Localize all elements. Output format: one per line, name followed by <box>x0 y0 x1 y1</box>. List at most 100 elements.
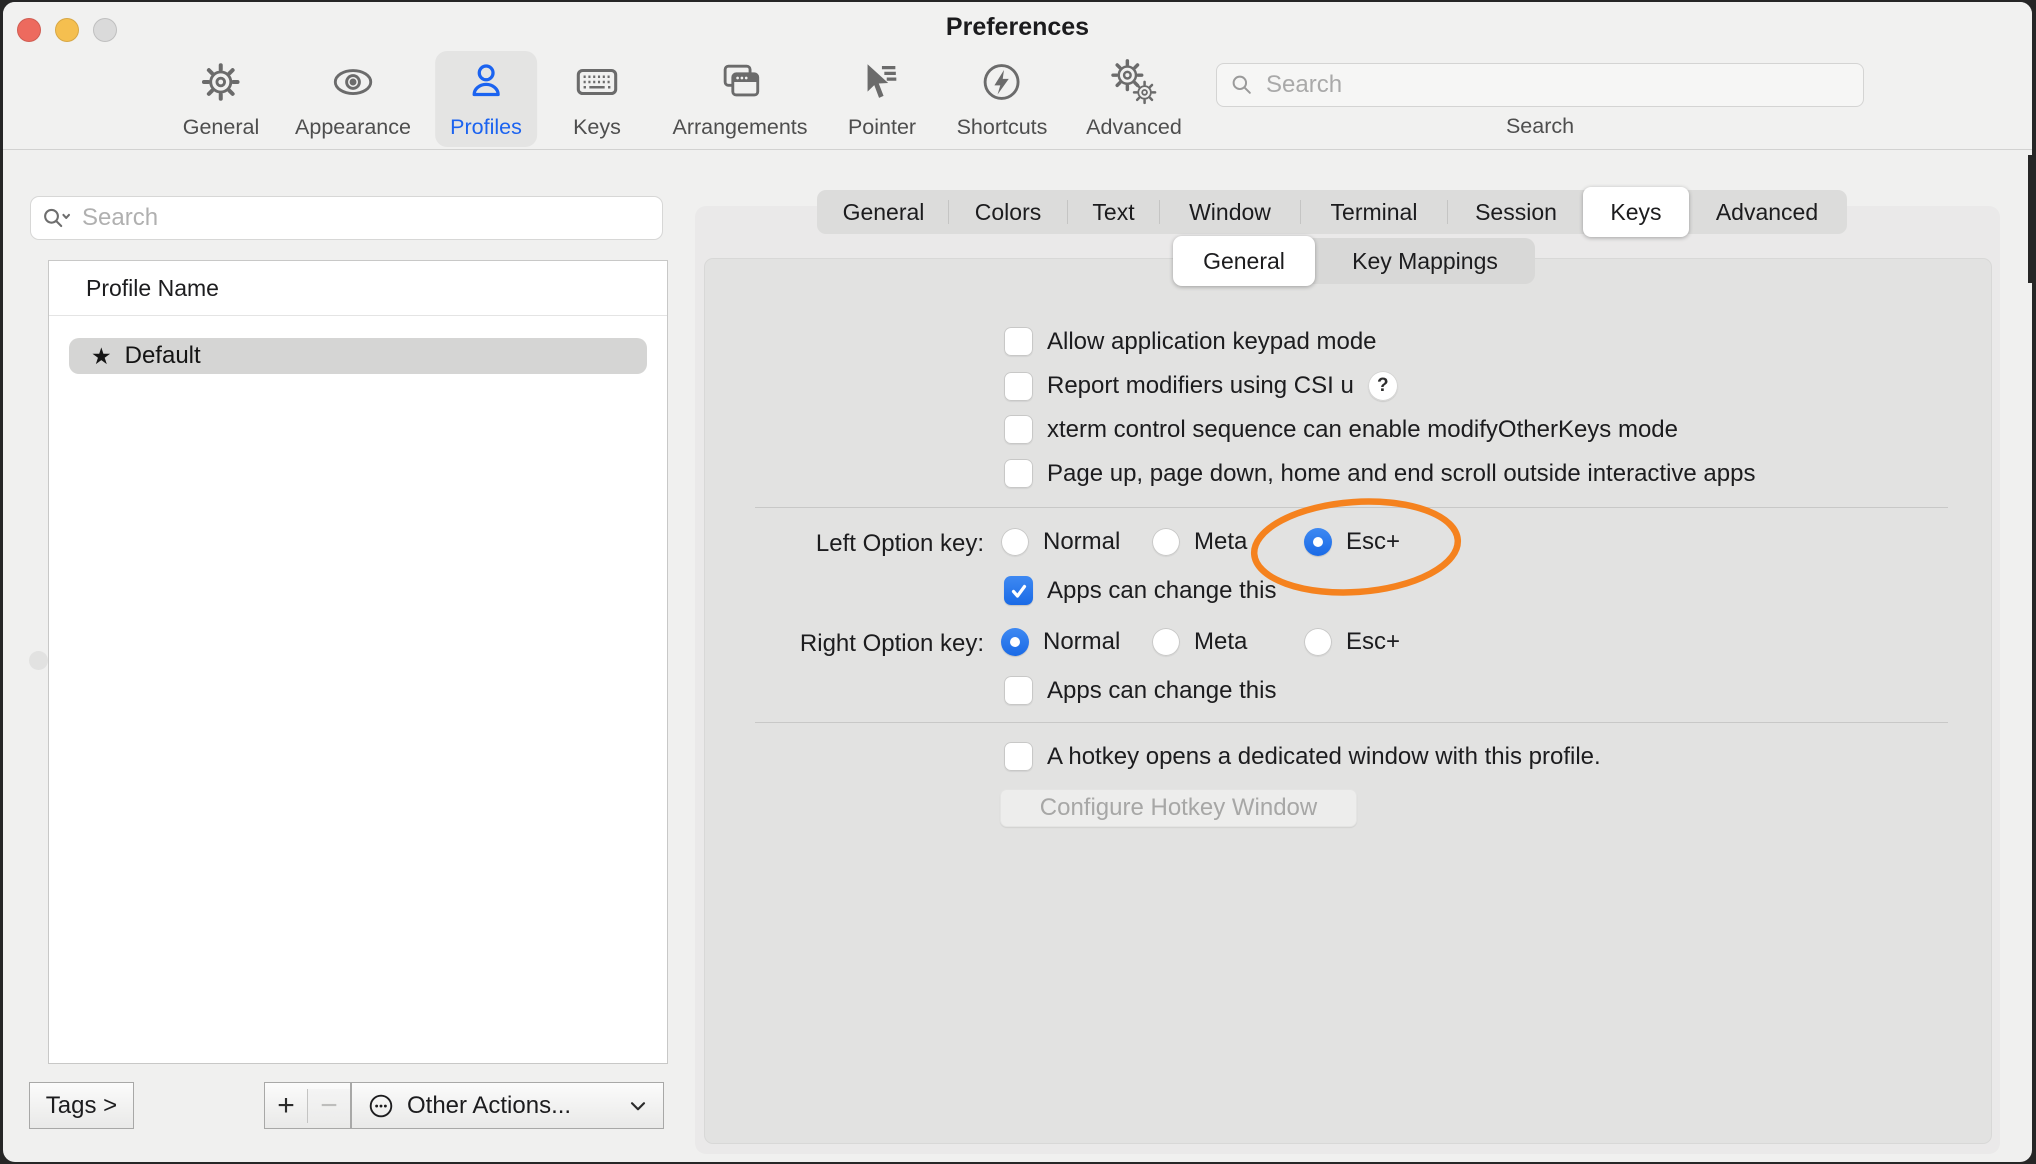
checkbox-apps-change-left[interactable] <box>1004 576 1033 605</box>
checkbox-modify-other-keys[interactable] <box>1004 415 1033 444</box>
toolbar-item-advanced[interactable]: Advanced <box>1086 54 1182 140</box>
profile-list-header: Profile Name <box>49 261 667 315</box>
background-edge <box>2028 155 2036 283</box>
right-option-key-label: Right Option key: <box>699 630 984 658</box>
radio-label: Normal <box>1043 628 1120 656</box>
toolbar-item-label: Shortcuts <box>957 115 1048 140</box>
radio-label: Esc+ <box>1346 628 1400 656</box>
toolbar-item-pointer[interactable]: Pointer <box>848 54 916 140</box>
gears-icon <box>1109 54 1159 110</box>
other-actions-dropdown[interactable]: Other Actions... <box>351 1082 664 1129</box>
radio-right-meta[interactable]: Meta <box>1152 628 1247 656</box>
checkbox-csi-u[interactable] <box>1004 372 1033 401</box>
checkbox-hotkey-window[interactable] <box>1004 742 1033 771</box>
toolbar-search-label: Search <box>1216 114 1864 139</box>
radio-left-meta[interactable]: Meta <box>1152 528 1247 556</box>
radio-label: Esc+ <box>1346 528 1400 556</box>
checkbox-label: xterm control sequence can enable modify… <box>1047 416 1678 444</box>
subtab-general[interactable]: General <box>1173 236 1315 286</box>
toolbar-item-label: Arrangements <box>672 115 807 140</box>
toolbar-item-general[interactable]: General <box>183 54 260 140</box>
toolbar-item-label: General <box>183 115 260 140</box>
tab-advanced[interactable]: Advanced <box>1689 190 1845 234</box>
checkbox-allow-keypad[interactable] <box>1004 327 1033 356</box>
tab-general[interactable]: General <box>819 190 948 234</box>
toolbar-item-profiles[interactable]: Profiles <box>435 51 537 147</box>
toolbar-item-label: Advanced <box>1086 115 1182 140</box>
option-row: xterm control sequence can enable modify… <box>1004 415 1678 444</box>
bolt-icon <box>979 54 1025 110</box>
list-header-divider <box>49 315 667 316</box>
toolbar-item-appearance[interactable]: Appearance <box>295 54 411 140</box>
add-remove-group: + − <box>264 1082 351 1129</box>
tab-colors[interactable]: Colors <box>949 190 1067 234</box>
apps-can-change-left: Apps can change this <box>1004 576 1277 605</box>
profile-search-field[interactable] <box>30 196 663 240</box>
tab-window[interactable]: Window <box>1160 190 1300 234</box>
left-option-key-label: Left Option key: <box>699 530 984 558</box>
radio-icon <box>1001 628 1029 656</box>
toolbar-item-label: Appearance <box>295 115 411 140</box>
search-scope-icon <box>41 205 72 232</box>
toolbar-item-arrangements[interactable]: Arrangements <box>672 54 807 140</box>
ellipsis-circle-icon <box>366 1091 396 1121</box>
checkbox-label: Apps can change this <box>1047 577 1277 605</box>
profile-search-input[interactable] <box>80 203 652 233</box>
help-button[interactable]: ? <box>1368 371 1398 401</box>
other-actions-label: Other Actions... <box>407 1092 571 1120</box>
checkbox-page-scroll[interactable] <box>1004 459 1033 488</box>
option-row: Report modifiers using CSI u ? <box>1004 371 1398 401</box>
subtab-key-mappings[interactable]: Key Mappings <box>1315 238 1535 284</box>
section-divider <box>755 722 1948 723</box>
cursor-icon <box>859 54 905 110</box>
preferences-window: Preferences General Appearance Profiles … <box>3 2 2032 1162</box>
tab-keys[interactable]: Keys <box>1583 187 1689 237</box>
chevron-down-icon <box>625 1093 651 1119</box>
checkbox-apps-change-right[interactable] <box>1004 676 1033 705</box>
checkbox-label: Allow application keypad mode <box>1047 328 1377 356</box>
option-row: A hotkey opens a dedicated window with t… <box>1004 742 1601 771</box>
windows-icon <box>716 54 764 110</box>
toolbar-search-input[interactable] <box>1264 70 1851 100</box>
add-profile-button[interactable]: + <box>265 1089 307 1123</box>
configure-hotkey-window-button[interactable]: Configure Hotkey Window <box>1000 789 1357 827</box>
screen: Preferences General Appearance Profiles … <box>0 0 2036 1164</box>
profile-name: Default <box>125 342 201 370</box>
radio-left-normal[interactable]: Normal <box>1001 528 1120 556</box>
radio-right-normal[interactable]: Normal <box>1001 628 1120 656</box>
toolbar-item-shortcuts[interactable]: Shortcuts <box>957 54 1048 140</box>
radio-icon <box>1304 628 1332 656</box>
radio-left-esc[interactable]: Esc+ <box>1304 528 1400 556</box>
eye-icon <box>329 54 377 110</box>
toolbar-search-field[interactable] <box>1216 63 1864 107</box>
radio-icon <box>1152 528 1180 556</box>
tab-text[interactable]: Text <box>1068 190 1159 234</box>
gear-icon <box>198 54 244 110</box>
search-icon <box>1229 72 1255 98</box>
toolbar-item-keys[interactable]: Keys <box>573 54 621 140</box>
tab-session[interactable]: Session <box>1448 190 1584 234</box>
section-divider <box>755 507 1948 508</box>
toolbar-item-label: Pointer <box>848 115 916 140</box>
tags-button[interactable]: Tags > <box>29 1082 134 1129</box>
checkbox-label: Apps can change this <box>1047 677 1277 705</box>
radio-label: Meta <box>1194 528 1247 556</box>
option-row: Allow application keypad mode <box>1004 327 1377 356</box>
keys-subtab-bar: General Key Mappings <box>1173 238 1535 284</box>
profile-row-default[interactable]: ★ Default <box>69 338 647 374</box>
tab-terminal[interactable]: Terminal <box>1301 190 1447 234</box>
apps-can-change-right: Apps can change this <box>1004 676 1277 705</box>
window-title: Preferences <box>3 13 2032 42</box>
remove-profile-button[interactable]: − <box>307 1089 350 1123</box>
keyboard-icon <box>573 54 621 110</box>
checkbox-label: Page up, page down, home and end scroll … <box>1047 460 1755 488</box>
star-icon: ★ <box>91 345 112 368</box>
radio-right-esc[interactable]: Esc+ <box>1304 628 1400 656</box>
option-row: Page up, page down, home and end scroll … <box>1004 459 1755 488</box>
radio-icon <box>1001 528 1029 556</box>
titlebar: Preferences General Appearance Profiles … <box>3 2 2032 150</box>
profile-list: Profile Name ★ Default <box>48 260 668 1064</box>
toolbar-item-label: Keys <box>573 115 621 140</box>
radio-icon <box>1152 628 1180 656</box>
radio-label: Normal <box>1043 528 1120 556</box>
